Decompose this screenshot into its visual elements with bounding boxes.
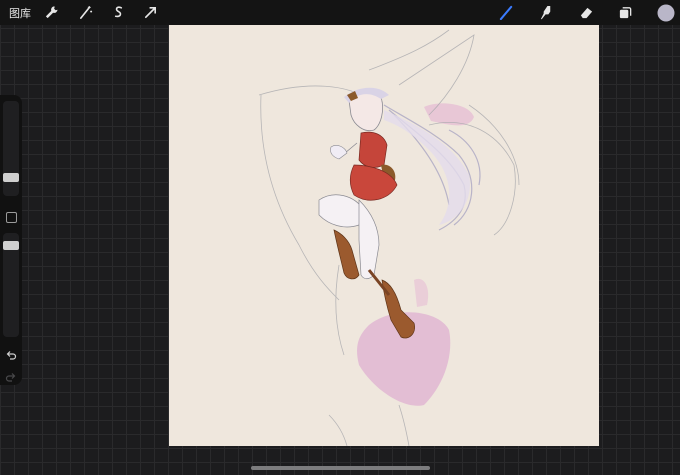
brush-icon[interactable] xyxy=(498,4,515,21)
wrench-icon[interactable] xyxy=(43,4,60,21)
redo-icon[interactable] xyxy=(5,368,17,382)
layers-icon[interactable] xyxy=(617,4,634,21)
eraser-icon[interactable] xyxy=(578,4,595,21)
drawing-canvas[interactable] xyxy=(169,25,599,446)
opacity-slider-thumb[interactable] xyxy=(3,241,19,250)
transform-arrow-icon[interactable] xyxy=(142,4,159,21)
smudge-icon[interactable] xyxy=(538,4,555,21)
selection-icon[interactable] xyxy=(110,4,127,21)
left-sidebar xyxy=(0,95,22,385)
sketch-artwork xyxy=(258,29,520,446)
brush-size-slider-thumb[interactable] xyxy=(3,173,19,182)
modify-button[interactable] xyxy=(6,212,17,223)
gallery-button[interactable]: 图库 xyxy=(9,5,31,21)
color-swatch-icon[interactable] xyxy=(656,3,675,22)
top-toolbar: 图库 xyxy=(0,0,680,25)
undo-icon[interactable] xyxy=(5,346,17,360)
home-indicator[interactable] xyxy=(251,466,430,470)
magic-wand-icon[interactable] xyxy=(77,4,94,21)
